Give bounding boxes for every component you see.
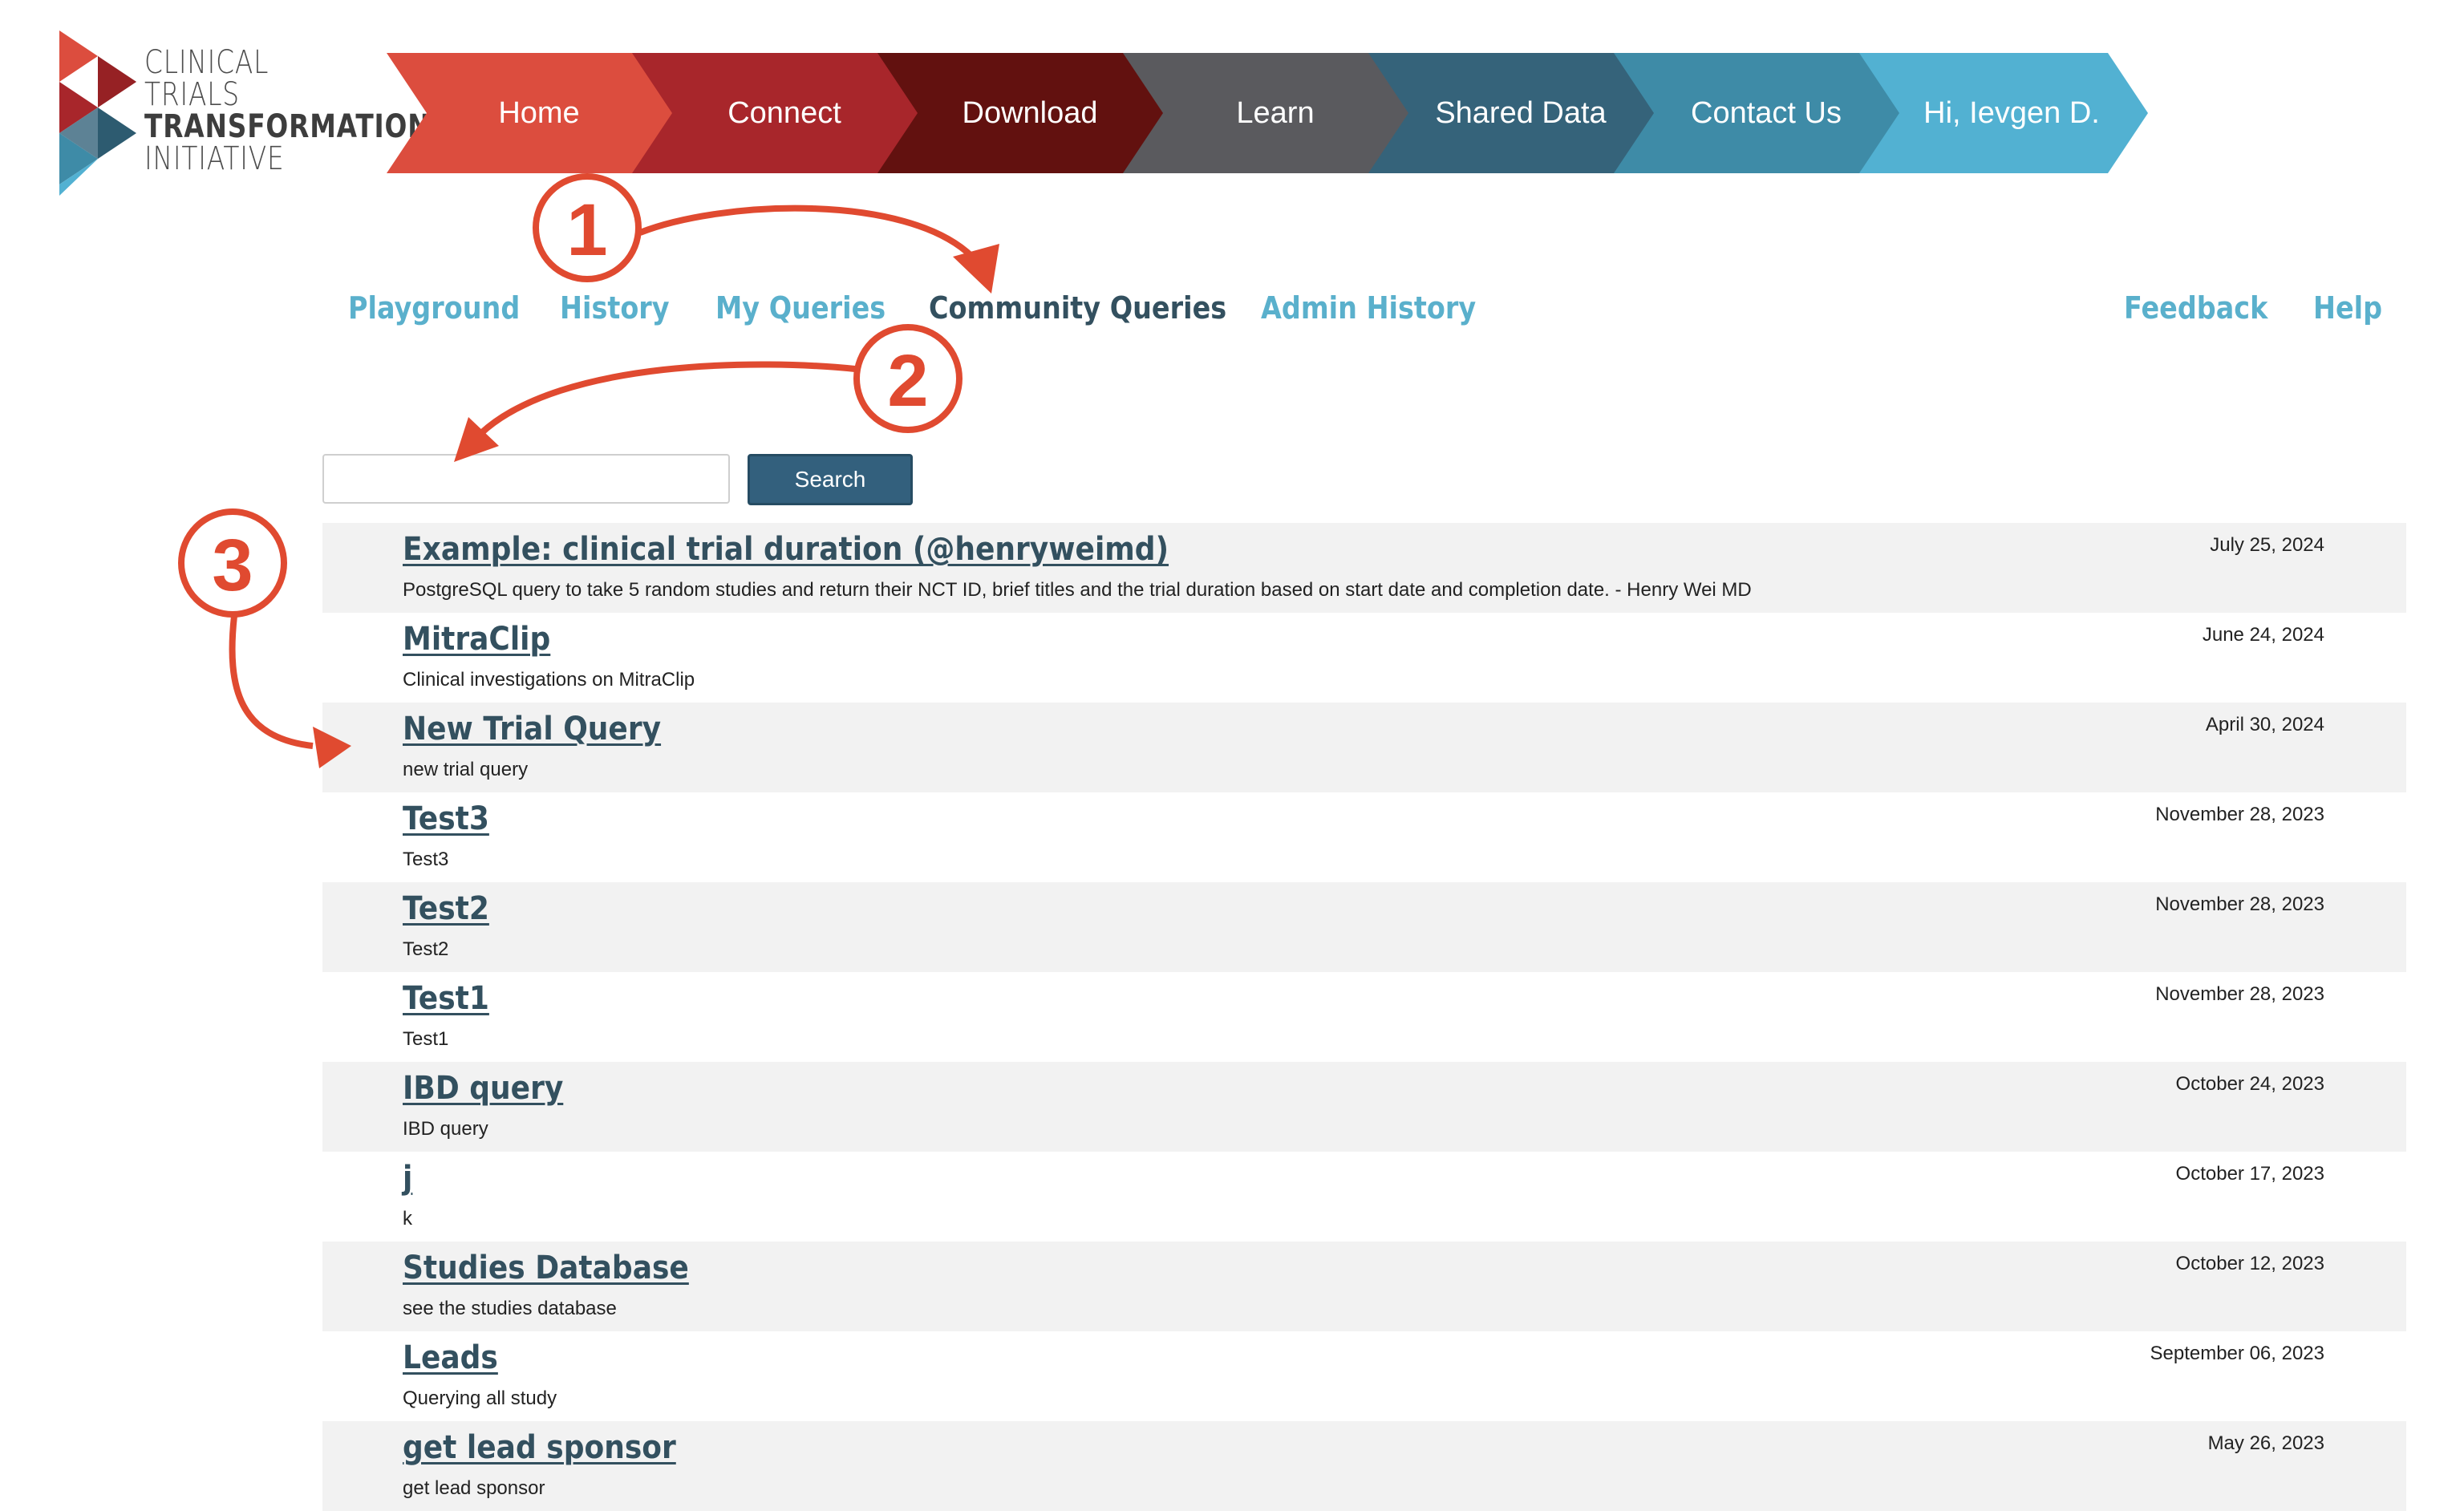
logo-line-1: CLINICAL [144, 44, 270, 81]
query-description: k [403, 1208, 412, 1229]
logo-line-4: INITIATIVE [144, 140, 285, 177]
query-title-link[interactable]: New Trial Query [403, 711, 661, 747]
query-title-link[interactable]: Test1 [403, 980, 489, 1017]
step-2-circle-icon [853, 324, 962, 433]
query-description: Test2 [403, 938, 449, 960]
query-description: get lead sponsor [403, 1477, 545, 1499]
query-date: November 28, 2023 [2155, 983, 2324, 1005]
nav-contact-us-label: Contact Us [1691, 95, 1842, 130]
nav-user-greeting-label: Hi, Ievgen D. [1923, 95, 2100, 130]
query-description: Test1 [403, 1028, 449, 1050]
nav-shared-data-label: Shared Data [1435, 95, 1607, 130]
nav-download[interactable]: Download [877, 53, 1166, 173]
step-1-number: 1 [566, 189, 607, 271]
query-title-link[interactable]: Studies Database [403, 1250, 689, 1286]
query-date: May 26, 2023 [2207, 1432, 2324, 1454]
query-title-link[interactable]: IBD query [403, 1070, 563, 1107]
query-description: Querying all study [403, 1387, 557, 1409]
query-date: April 30, 2024 [2205, 714, 2324, 735]
nav-learn-label: Learn [1236, 95, 1315, 130]
query-row: Example: clinical trial duration (@henry… [322, 523, 2406, 613]
subnav-history[interactable]: History [560, 290, 670, 326]
step-1-circle-icon [533, 173, 642, 282]
nav-connect-label: Connect [727, 95, 841, 130]
nav-shared-data[interactable]: Shared Data [1368, 53, 1657, 173]
query-row: Leads Querying all study September 06, 2… [322, 1331, 2406, 1421]
step-1-arrow-icon [638, 205, 975, 259]
subnav-help[interactable]: Help [2313, 290, 2382, 326]
nav-download-label: Download [962, 95, 1098, 130]
query-date: June 24, 2024 [2202, 624, 2324, 646]
nav-home[interactable]: Home [387, 53, 675, 173]
step-3-circle-icon [178, 508, 287, 618]
query-date: October 24, 2023 [2175, 1073, 2324, 1095]
logo-triangles-icon [59, 30, 136, 196]
subnav-admin-history[interactable]: Admin History [1261, 290, 1476, 326]
query-title-link[interactable]: get lead sponsor [403, 1429, 676, 1466]
query-row: get lead sponsor get lead sponsor May 26… [322, 1421, 2406, 1511]
query-row: Test2 Test2 November 28, 2023 [322, 882, 2406, 972]
query-description: new trial query [403, 759, 529, 780]
query-row: MitraClip Clinical investigations on Mit… [322, 613, 2406, 703]
query-title-link[interactable]: Test3 [403, 800, 489, 837]
query-date: July 25, 2024 [2210, 534, 2324, 556]
query-title-link[interactable]: Leads [403, 1339, 498, 1376]
logo-line-3: TRANSFORMATION [144, 108, 431, 145]
query-description: Test3 [403, 849, 449, 870]
nav-user-greeting[interactable]: Hi, Ievgen D. [1859, 53, 2148, 173]
query-date: October 17, 2023 [2175, 1163, 2324, 1185]
query-title-link[interactable]: MitraClip [403, 621, 550, 658]
community-queries-list: Example: clinical trial duration (@henry… [322, 523, 2406, 1511]
query-date: November 28, 2023 [2155, 804, 2324, 825]
query-description: see the studies database [403, 1298, 617, 1319]
query-row: New Trial Query new trial query April 30… [322, 703, 2406, 792]
query-title-link[interactable]: Test2 [403, 890, 489, 927]
step-3-number: 3 [212, 525, 253, 606]
query-date: November 28, 2023 [2155, 893, 2324, 915]
subnav-playground[interactable]: Playground [348, 290, 520, 326]
query-row: Test3 Test3 November 28, 2023 [322, 792, 2406, 882]
query-row: Test1 Test1 November 28, 2023 [322, 972, 2406, 1062]
subnav-feedback[interactable]: Feedback [2124, 290, 2267, 326]
nav-contact-us[interactable]: Contact Us [1614, 53, 1903, 173]
step-1-arrowhead-icon [953, 244, 999, 294]
logo-line-2: TRIALS [144, 76, 240, 113]
search-input[interactable] [322, 454, 730, 504]
query-description: IBD query [403, 1118, 488, 1140]
query-title-link[interactable]: Example: clinical trial duration (@henry… [403, 531, 1169, 568]
step-2-arrow-icon [479, 361, 856, 435]
query-row: Studies Database see the studies databas… [322, 1242, 2406, 1331]
query-row: j k October 17, 2023 [322, 1152, 2406, 1242]
query-row: IBD query IBD query October 24, 2023 [322, 1062, 2406, 1152]
subnav-my-queries[interactable]: My Queries [715, 290, 886, 326]
subnav-community-queries[interactable]: Community Queries [929, 290, 1226, 326]
step-1-annotation: 1 [533, 173, 999, 294]
query-description: PostgreSQL query to take 5 random studie… [403, 579, 1752, 601]
ctti-logo[interactable]: CLINICAL TRIALS TRANSFORMATION INITIATIV… [56, 30, 430, 199]
search-button[interactable]: Search [748, 454, 913, 505]
nav-learn[interactable]: Learn [1123, 53, 1412, 173]
nav-connect[interactable]: Connect [632, 53, 921, 173]
step-2-number: 2 [887, 340, 928, 422]
query-date: September 06, 2023 [2150, 1343, 2325, 1364]
nav-home-label: Home [498, 95, 580, 130]
step-2-annotation: 2 [454, 324, 962, 462]
step-3-arrow-icon [229, 615, 314, 749]
query-title-link[interactable]: j [403, 1160, 412, 1197]
query-date: October 12, 2023 [2175, 1253, 2324, 1274]
query-description: Clinical investigations on MitraClip [403, 669, 695, 691]
